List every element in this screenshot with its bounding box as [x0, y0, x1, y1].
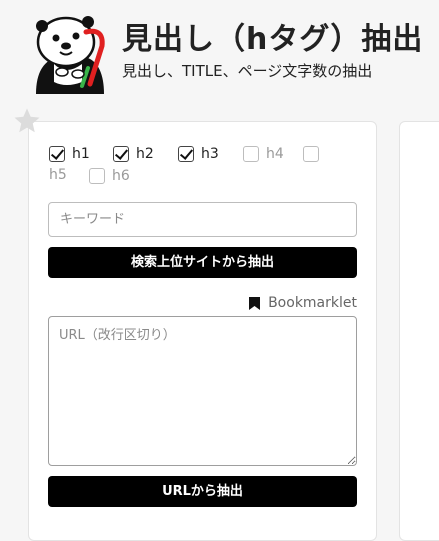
checkbox-h2[interactable]: h2: [113, 144, 154, 164]
search-extract-button[interactable]: 検索上位サイトから抽出: [48, 247, 357, 278]
checkbox-h6-box[interactable]: [89, 168, 105, 184]
checkbox-h6[interactable]: h6: [89, 166, 130, 186]
page-title: 見出し（hタグ）抽出: [122, 22, 424, 57]
results-panel: [399, 121, 439, 541]
checkbox-h1-box[interactable]: [49, 146, 65, 162]
checkbox-h1-label: h1: [72, 146, 90, 162]
checkbox-h3-label: h3: [201, 146, 219, 162]
page-subtitle: 見出し、TITLE、ページ文字数の抽出: [122, 62, 373, 80]
bookmarklet-label: Bookmarklet: [268, 295, 357, 311]
checkbox-h6-label: h6: [112, 168, 130, 184]
checkbox-h5-box[interactable]: [303, 146, 319, 162]
url-textarea[interactable]: [48, 316, 357, 466]
keyword-input[interactable]: [48, 202, 357, 237]
bookmark-icon: [249, 296, 261, 310]
url-extract-button[interactable]: URLから抽出: [48, 476, 357, 507]
bookmarklet-link[interactable]: Bookmarklet: [249, 295, 357, 311]
checkbox-h4[interactable]: h4: [243, 144, 284, 164]
mascot-otter-icon: [36, 16, 105, 94]
star-icon[interactable]: [12, 106, 42, 136]
checkbox-h4-box[interactable]: [243, 146, 259, 162]
checkbox-h2-box[interactable]: [113, 146, 129, 162]
checkbox-h2-label: h2: [136, 146, 154, 162]
checkbox-h3[interactable]: h3: [178, 144, 219, 164]
checkbox-h5-label: h5: [49, 167, 67, 183]
checkbox-h3-box[interactable]: [178, 146, 194, 162]
checkbox-h4-label: h4: [266, 146, 284, 162]
header: 見出し（hタグ）抽出 見出し、TITLE、ページ文字数の抽出: [0, 0, 439, 100]
checkbox-h1[interactable]: h1: [49, 144, 90, 164]
